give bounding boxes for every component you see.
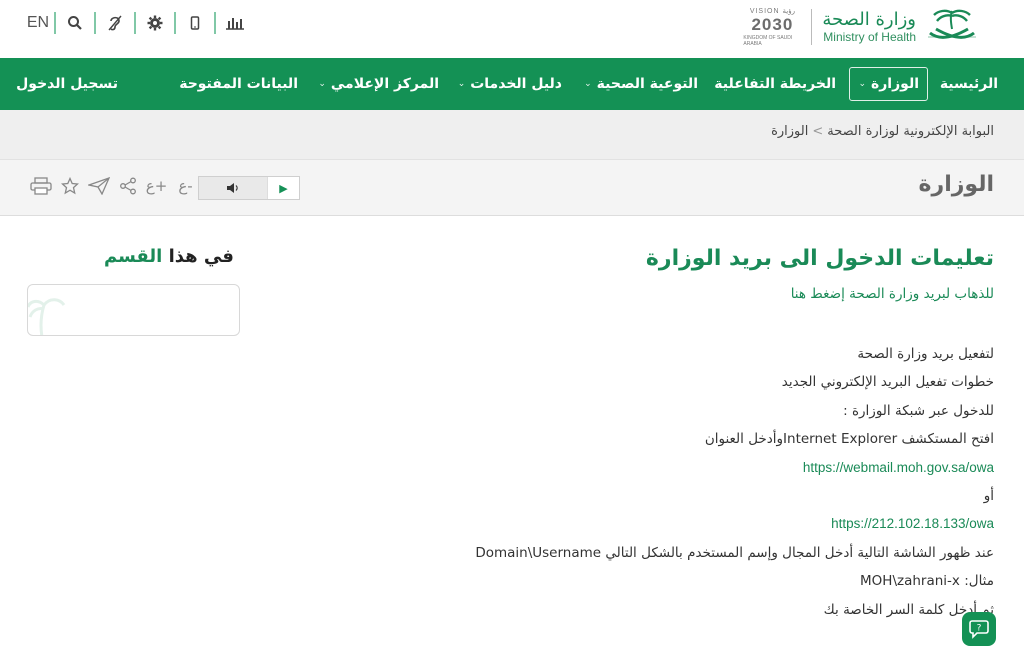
vision-2030-logo: VISION رؤية 2030 KINGDOM OF SAUDI ARABIA <box>743 8 795 47</box>
chat-help-icon: ? <box>969 620 989 639</box>
site-logo[interactable]: VISION رؤية 2030 KINGDOM OF SAUDI ARABIA… <box>743 4 980 50</box>
nav-health-awareness[interactable]: التوعية الصحية ⌄ <box>584 58 698 110</box>
play-icon[interactable]: ▶ <box>267 177 299 199</box>
nav-ministry[interactable]: الوزارة ⌄ <box>849 67 928 101</box>
nav-services-guide[interactable]: دليل الخدمات ⌄ <box>458 58 562 110</box>
svg-text:?: ? <box>977 624 982 634</box>
utility-toolbar: EN <box>22 8 254 38</box>
content-line: عند ظهور الشاشة التالية أدخل المجال وإسم… <box>475 544 994 561</box>
content-line: افتح المستكشف Internet Explorerوأدخل الع… <box>704 431 994 448</box>
webmail-ip-link[interactable]: https://212.102.18.133/owa <box>374 510 994 538</box>
palm-watermark-icon <box>28 298 66 335</box>
top-bar: EN VISION رؤية 2030 KINGDOM OF SAUDI ARA… <box>0 0 1024 58</box>
nav-home[interactable]: الرئيسية <box>940 58 998 110</box>
section-sidebar-box <box>27 284 240 336</box>
divider <box>54 12 56 34</box>
page-tools: ع+ ع- <box>26 172 200 200</box>
mobile-icon[interactable] <box>176 8 214 38</box>
audio-player: ▶ <box>198 176 300 200</box>
nav-open-data[interactable]: البيانات المفتوحة <box>179 58 298 110</box>
gear-icon[interactable] <box>136 8 174 38</box>
chevron-down-icon: ⌄ <box>584 79 592 89</box>
chevron-down-icon: ⌄ <box>457 79 466 89</box>
breadcrumb: البوابة الإلكترونية لوزارة الصحة>الوزارة <box>0 110 1024 160</box>
share-icon[interactable] <box>113 172 142 200</box>
page-title: الوزارة <box>918 172 994 197</box>
login-link[interactable]: تسجيل الدخول <box>16 58 118 110</box>
section-sidebar-title: في هذا القسم <box>104 246 234 267</box>
content-line: ثم أدخل كلمة السر الخاصة بك <box>823 601 994 618</box>
divider <box>214 12 216 34</box>
nav-interactive-map[interactable]: الخريطة التفاعلية <box>714 58 836 110</box>
divider <box>174 12 176 34</box>
language-switch[interactable]: EN <box>22 8 54 38</box>
chevron-down-icon: ⌄ <box>318 79 326 89</box>
logo-divider <box>811 9 813 45</box>
breadcrumb-current: الوزارة <box>771 124 809 139</box>
stats-icon[interactable] <box>216 8 254 38</box>
webmail-url-link[interactable]: https://webmail.moh.gov.sa/owa <box>374 454 994 482</box>
content-line: لتفعيل بريد وزارة الصحة <box>857 346 994 362</box>
nav-media-center[interactable]: المركز الإعلامي ⌄ <box>318 58 439 110</box>
content-body: لتفعيل بريد وزارة الصحة خطوات تفعيل البر… <box>374 340 994 624</box>
font-decrease-icon[interactable]: ع- <box>171 172 200 200</box>
main-nav: الرئيسية الوزارة ⌄ الخريطة التفاعلية الت… <box>0 58 1024 110</box>
palm-emblem-icon <box>924 7 980 47</box>
email-link[interactable]: للذهاب لبريد وزارة الصحة إضغط هنا <box>791 286 994 302</box>
breadcrumb-root[interactable]: البوابة الإلكترونية لوزارة الصحة <box>827 124 994 139</box>
divider <box>94 12 96 34</box>
breadcrumb-separator: > <box>812 124 824 139</box>
content-title: تعليمات الدخول الى بريد الوزارة <box>645 246 994 271</box>
content-line: خطوات تفعيل البريد الإلكتروني الجديد <box>781 374 994 391</box>
font-increase-icon[interactable]: ع+ <box>142 172 171 200</box>
print-icon[interactable] <box>26 172 55 200</box>
content-line: أو <box>983 487 994 504</box>
send-icon[interactable] <box>84 172 113 200</box>
divider <box>134 12 136 34</box>
search-icon[interactable] <box>56 8 94 38</box>
favorite-star-icon[interactable] <box>55 172 84 200</box>
chat-help-button[interactable]: ? <box>962 612 996 646</box>
volume-icon[interactable] <box>199 177 267 199</box>
ministry-name: وزارة الصحة Ministry of Health <box>822 9 916 45</box>
chevron-down-icon: ⌄ <box>858 79 866 89</box>
hearing-icon[interactable] <box>96 8 134 38</box>
content-line: مثال: MOH\zahrani-x <box>860 573 994 590</box>
content-line: للدخول عبر شبكة الوزارة : <box>843 402 994 419</box>
